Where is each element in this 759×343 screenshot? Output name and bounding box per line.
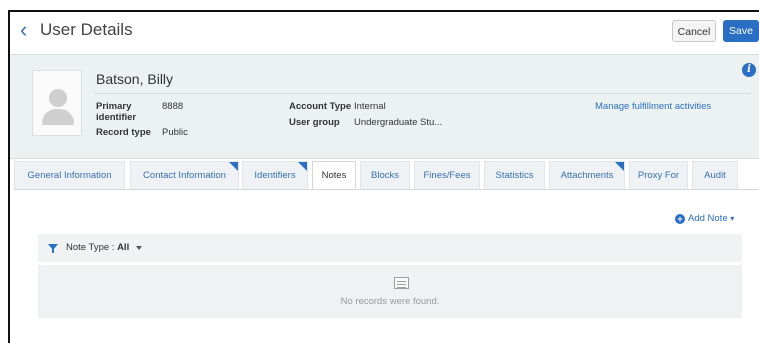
avatar [32, 70, 82, 136]
modified-marker-icon [615, 162, 624, 171]
tab-notes[interactable]: Notes [312, 161, 356, 190]
account-type-value: Internal [354, 101, 386, 112]
account-type-label: Account Type [289, 101, 352, 112]
note-type-label: Note Type : [66, 242, 115, 253]
manage-fulfillment-link[interactable]: Manage fulfillment activities [595, 101, 711, 112]
page-title: User Details [40, 20, 133, 39]
tab-bar: General Information Contact Information … [14, 161, 759, 191]
divider [94, 93, 751, 94]
empty-message: No records were found. [340, 296, 440, 307]
tab-general-information[interactable]: General Information [14, 161, 125, 189]
tab-attachments[interactable]: Attachments [549, 161, 625, 189]
notes-empty-state: No records were found. [38, 265, 742, 318]
user-group-value: Undergraduate Stu... [354, 117, 443, 128]
note-type-value: All [117, 242, 130, 253]
modified-marker-icon [229, 162, 238, 171]
primary-identifier-value: 8888 [162, 101, 184, 112]
back-chevron-icon[interactable]: ‹ [20, 19, 36, 41]
user-group-label: User group [289, 117, 340, 128]
primary-identifier-label: Primary identifier [96, 101, 137, 123]
tab-proxy-for[interactable]: Proxy For [629, 161, 688, 189]
chevron-down-icon[interactable] [136, 246, 142, 250]
user-details-page: ‹ User Details Cancel Save i Batson, Bil… [8, 10, 759, 343]
record-type-label: Record type [96, 127, 151, 138]
modified-marker-icon [298, 162, 307, 171]
tab-audit[interactable]: Audit [692, 161, 738, 189]
user-name: Batson, Billy [96, 71, 174, 87]
chevron-down-icon: ▾ [730, 214, 735, 223]
record-type-value: Public [162, 127, 188, 138]
tab-divider [14, 189, 759, 190]
tab-fines-fees[interactable]: Fines/Fees [414, 161, 480, 189]
tab-contact-information[interactable]: Contact Information [130, 161, 239, 189]
tab-identifiers[interactable]: Identifiers [242, 161, 308, 189]
cancel-button[interactable]: Cancel [672, 20, 716, 42]
save-button[interactable]: Save [723, 20, 759, 42]
page-header: ‹ User Details Cancel Save [10, 12, 759, 50]
list-icon [394, 277, 409, 289]
user-summary-card: i Batson, Billy Primary identifier 8888 … [10, 54, 759, 159]
note-type-filter[interactable]: Note Type : All [66, 242, 129, 253]
info-icon[interactable]: i [742, 63, 756, 77]
person-placeholder-icon [49, 89, 67, 107]
tab-statistics[interactable]: Statistics [484, 161, 545, 189]
plus-circle-icon: + [675, 214, 685, 224]
add-note-button[interactable]: + Add Note ▾ [675, 213, 734, 224]
notes-filter-bar: Note Type : All [38, 234, 742, 262]
tab-blocks[interactable]: Blocks [360, 161, 410, 189]
